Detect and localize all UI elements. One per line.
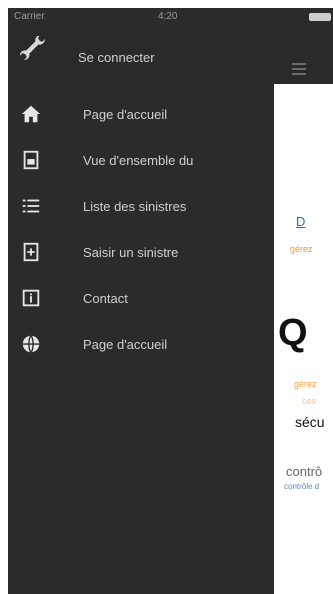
content-link-fragment[interactable]: D — [296, 214, 305, 229]
status-time: 4:20 — [158, 11, 178, 22]
battery-icon — [309, 13, 331, 21]
menu-item-claims-list[interactable]: Liste des sinistres — [8, 185, 274, 231]
home-icon — [21, 105, 41, 123]
content-text-orange-2: gérez — [294, 379, 317, 389]
globe-icon — [22, 335, 40, 353]
menu-label-contact: Contact — [83, 291, 128, 306]
content-text-orange-3: ces — [302, 396, 317, 406]
menu-label-claims-list: Liste des sinistres — [83, 199, 187, 214]
side-menu: Page d'accueil Vue d'ensemble du Liste d… — [8, 93, 274, 369]
login-link[interactable]: Se connecter — [78, 50, 155, 65]
menu-item-home[interactable]: Page d'accueil — [8, 93, 274, 139]
menu-label-home-web: Page d'accueil — [83, 337, 168, 352]
content-heading-security: sécu — [295, 414, 325, 430]
content-text-orange-1: gérez — [290, 244, 313, 254]
main-content-panel[interactable]: D gérez Q gérez ces sécu contrô contrôle… — [274, 84, 333, 594]
carrier-label: Carrier — [14, 11, 45, 22]
menu-item-new-claim[interactable]: Saisir un sinistre — [8, 231, 274, 277]
info-icon — [22, 289, 40, 307]
menu-item-home-web[interactable]: Page d'accueil — [8, 323, 274, 369]
drawer-header: Se connecter — [8, 26, 333, 76]
status-bar: Carrier 4:20 — [8, 8, 333, 26]
brand-logo-fragment: Q — [278, 312, 308, 354]
wrench-icon[interactable] — [20, 36, 48, 64]
phone-screen: Carrier 4:20 Se connecter Page d'accueil… — [8, 8, 333, 594]
menu-item-contact[interactable]: Contact — [8, 277, 274, 323]
hamburger-menu-icon[interactable] — [292, 63, 306, 75]
menu-label-home: Page d'accueil — [83, 107, 168, 122]
menu-item-overview[interactable]: Vue d'ensemble du — [8, 139, 274, 185]
add-document-icon — [23, 242, 39, 262]
document-icon — [23, 150, 39, 170]
menu-label-overview: Vue d'ensemble du — [83, 153, 194, 168]
menu-label-new-claim: Saisir un sinistre — [83, 245, 179, 260]
content-heading-control: contrô — [286, 464, 323, 479]
list-icon — [22, 199, 40, 213]
content-subtext-control: contrôle d — [284, 482, 320, 491]
